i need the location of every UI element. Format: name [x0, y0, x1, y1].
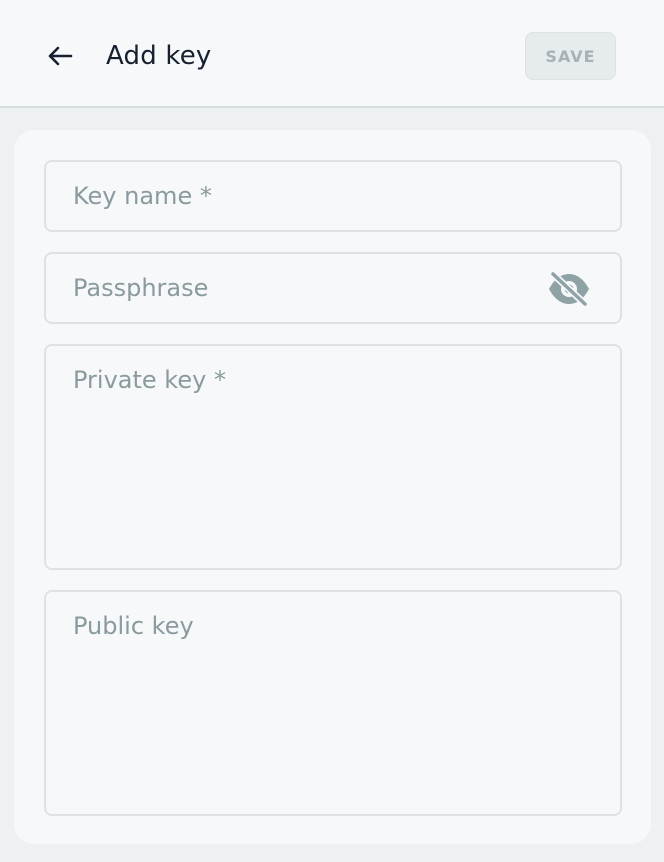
passphrase-field[interactable]: Passphrase	[44, 252, 622, 324]
eye-off-icon	[549, 271, 589, 307]
form-card: Key name * Passphrase Private key * Publ…	[14, 130, 651, 844]
app-header: Add key SAVE	[0, 0, 664, 108]
page-title: Add key	[106, 41, 212, 71]
passphrase-visibility-toggle[interactable]	[546, 270, 592, 308]
private-key-field[interactable]: Private key *	[44, 344, 622, 570]
private-key-placeholder: Private key *	[73, 366, 226, 394]
key-name-field[interactable]: Key name *	[44, 160, 622, 232]
key-name-placeholder: Key name *	[73, 182, 212, 210]
back-button[interactable]	[40, 36, 80, 76]
passphrase-placeholder: Passphrase	[73, 274, 209, 302]
save-button[interactable]: SAVE	[525, 32, 616, 80]
public-key-field[interactable]: Public key	[44, 590, 622, 816]
public-key-placeholder: Public key	[73, 612, 194, 640]
arrow-left-icon	[48, 46, 73, 66]
